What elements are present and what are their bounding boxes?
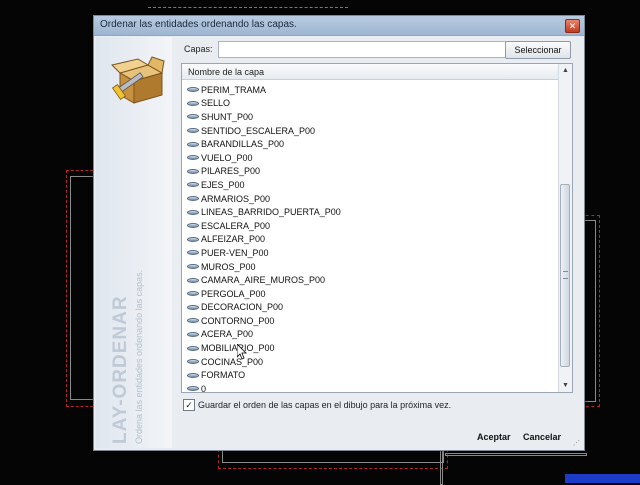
layer-icon [187,223,199,229]
layer-icon [187,264,199,270]
close-button[interactable]: ✕ [565,19,580,33]
layer-icon [187,359,199,365]
layer-name: VUELO_P00 [201,152,253,163]
layer-name: ESCALERA_P00 [201,220,271,231]
layer-icon [187,277,199,283]
arrow-up-icon: ▲ [562,67,569,74]
layer-list-item[interactable]: SHUNT_P00 [182,110,558,124]
layer-icon [187,318,199,324]
layer-name: 0 [201,383,207,393]
toolbox-icon [111,56,165,104]
layer-icon [187,331,199,337]
layer-icon [187,87,199,93]
layer-name: ACERA_P00 [201,329,254,340]
layer-list-item[interactable]: SENTIDO_ESCALERA_P00 [182,124,558,138]
cad-blue-bar [565,474,640,483]
cad-red-outline-bottom [218,449,448,469]
layer-list-item[interactable]: ARMARIOS_P00 [182,192,558,206]
sidebar-command-name: LAY-ORDENAR [110,295,131,444]
layer-icon [187,114,199,120]
layer-name: CONTORNO_P00 [201,315,275,326]
layer-name: SHUNT_P00 [201,111,254,122]
close-icon: ✕ [568,21,577,31]
layer-name: ARMARIOS_P00 [201,193,271,204]
layer-icon [187,386,199,392]
layer-name: BARANDILLAS_P00 [201,139,285,150]
layer-name: EJES_P00 [201,179,245,190]
layer-list-item[interactable]: PERGOLA_P00 [182,287,558,301]
column-header-layer-name[interactable]: Nombre de la capa [182,64,558,80]
layer-icon [187,168,199,174]
layer-name: PERGOLA_P00 [201,288,266,299]
scroll-thumb[interactable] [560,184,570,367]
layer-list-item[interactable]: PILARES_P00 [182,165,558,179]
layer-order-dialog: Ordenar las entidades ordenando las capa… [93,15,585,451]
save-order-label[interactable]: Guardar el orden de las capas en el dibu… [198,400,451,410]
scroll-down-button[interactable]: ▼ [559,379,572,392]
layer-name: SELLO [201,98,231,109]
layer-icon [187,128,199,134]
layer-list-item[interactable]: PERIM_TRAMA [182,83,558,97]
layer-list-item[interactable]: EJES_P00 [182,178,558,192]
window-title: Ordenar las entidades ordenando las capa… [100,19,297,30]
resize-grip-icon[interactable]: ⋰ [573,439,582,448]
checkmark-icon: ✓ [185,400,193,410]
layer-icon [187,182,199,188]
layer-name: MUROS_P00 [201,261,256,272]
layers-filter-label: Capas: [184,44,213,54]
layers-filter-input[interactable] [218,41,506,58]
arrow-down-icon: ▼ [562,382,569,389]
cad-green-line [148,7,348,9]
layer-list-item[interactable]: CONTORNO_P00 [182,314,558,328]
layer-list-item[interactable]: ACERA_P00 [182,328,558,342]
layer-name: PUER-VEN_P00 [201,247,269,258]
accept-button[interactable]: Aceptar [477,432,511,442]
sidebar-banner: Ordena las entidades ordenando las capas… [96,37,172,448]
list-scrollbar[interactable]: ▲ ▼ [558,64,572,392]
layer-list-item[interactable]: VUELO_P00 [182,151,558,165]
title-bar[interactable]: Ordenar las entidades ordenando las capa… [94,16,584,36]
layer-icon [187,100,199,106]
layer-name: LINEAS_BARRIDO_PUERTA_P00 [201,207,341,218]
layer-icon [187,196,199,202]
layer-icon [187,250,199,256]
layer-list-item[interactable]: BARANDILLAS_P00 [182,137,558,151]
layer-icon [187,155,199,161]
layer-name: ALFEIZAR_P00 [201,234,266,245]
layer-name: DECORACION_P00 [201,302,284,313]
grip-icon [563,271,568,279]
layer-name: PERIM_TRAMA [201,84,267,95]
layer-icon [187,345,199,351]
cad-line-vertical [440,449,443,485]
cad-wall-right [584,220,596,402]
layer-icon [187,209,199,215]
layer-icon [187,304,199,310]
save-order-checkbox[interactable]: ✓ [183,399,195,411]
layer-icon [187,372,199,378]
layer-list-item[interactable]: 0 [182,382,558,393]
layer-list-item[interactable]: PUER-VEN_P00 [182,246,558,260]
layer-list-item[interactable]: ALFEIZAR_P00 [182,233,558,247]
layer-list-item[interactable]: MUROS_P00 [182,260,558,274]
layer-name: COCINAS_P00 [201,356,264,367]
layer-list-item[interactable]: ESCALERA_P00 [182,219,558,233]
layer-icon [187,141,199,147]
layer-list-item[interactable]: SELLO [182,97,558,111]
mouse-cursor-icon [237,344,247,360]
layer-list-item[interactable]: CAMARA_AIRE_MUROS_P00 [182,273,558,287]
layer-name: CAMARA_AIRE_MUROS_P00 [201,275,326,286]
layer-icon [187,291,199,297]
scroll-up-button[interactable]: ▲ [559,64,572,77]
cancel-button[interactable]: Cancelar [523,432,561,442]
layer-list-item[interactable]: FORMATO [182,368,558,382]
select-button[interactable]: Seleccionar [505,41,571,59]
cad-wall-left [70,176,94,400]
layer-icon [187,236,199,242]
layer-list-item[interactable]: LINEAS_BARRIDO_PUERTA_P00 [182,205,558,219]
cad-line-horizontal [445,453,587,456]
layer-list-item[interactable]: DECORACION_P00 [182,301,558,315]
layer-name: PILARES_P00 [201,166,261,177]
layer-name: SENTIDO_ESCALERA_P00 [201,125,316,136]
layer-name: FORMATO [201,370,246,381]
